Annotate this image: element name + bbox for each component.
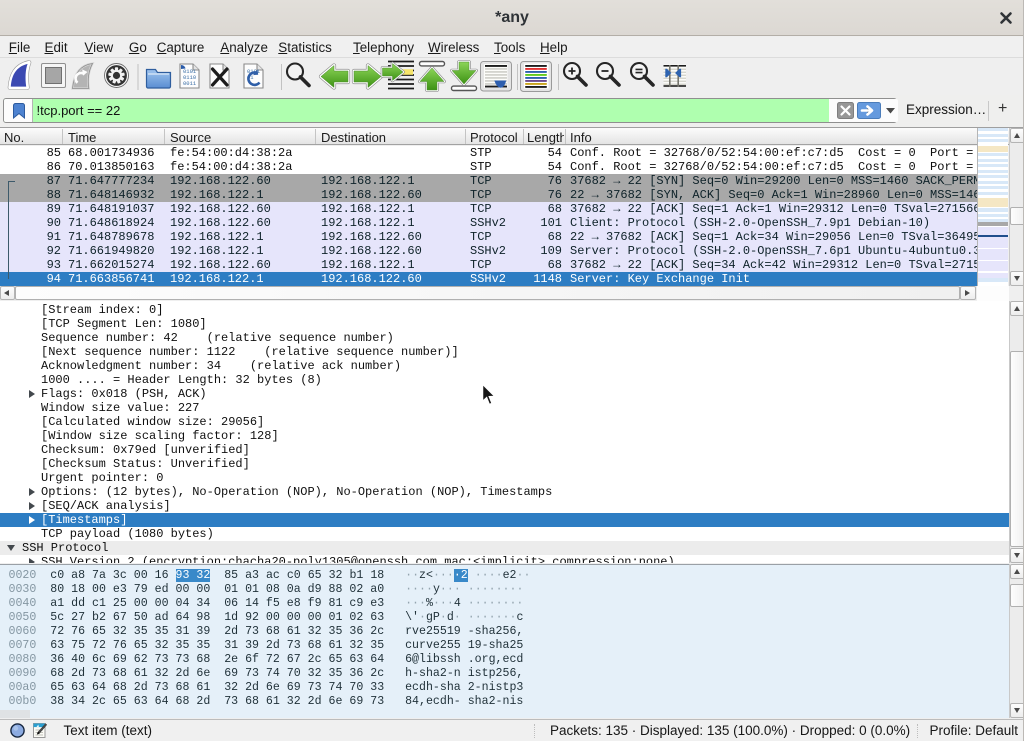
svg-text:0011: 0011 xyxy=(183,80,197,87)
